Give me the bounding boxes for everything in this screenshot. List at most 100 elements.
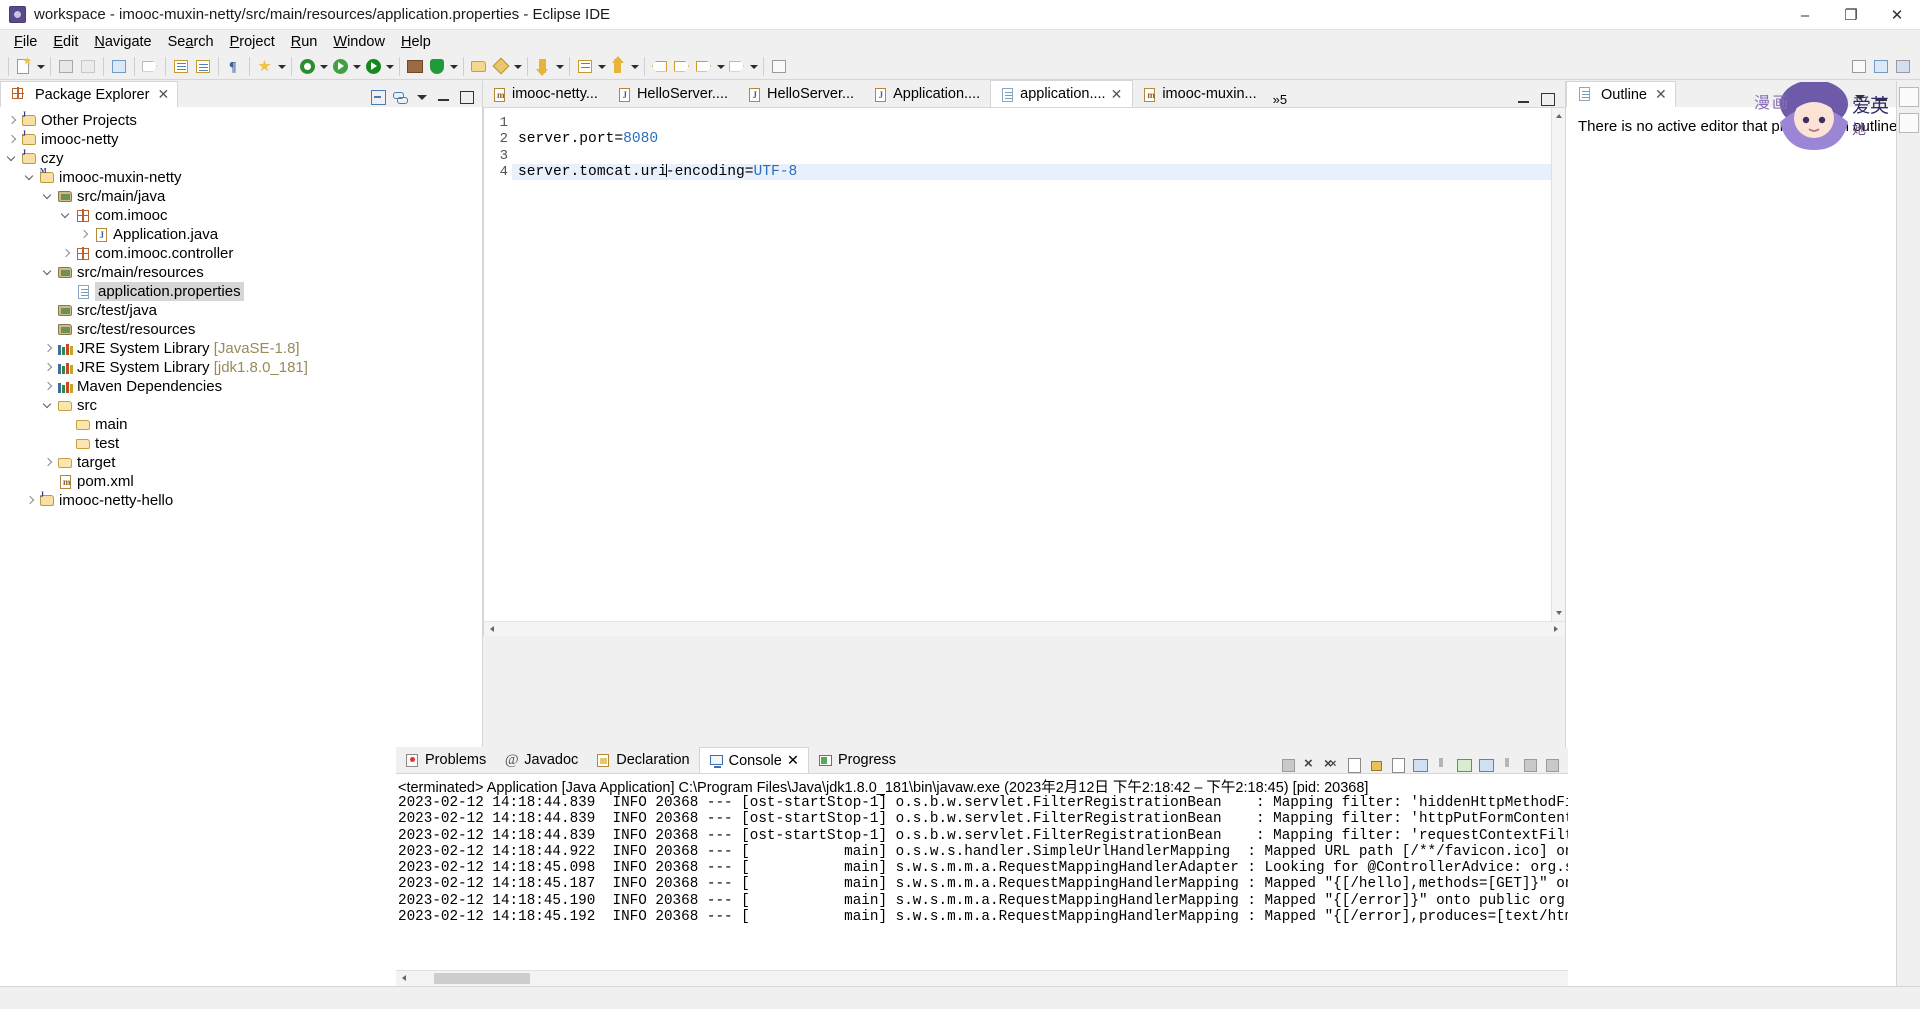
save-icon[interactable] xyxy=(56,56,76,77)
last-edit-icon[interactable] xyxy=(694,56,714,77)
link-with-editor-icon[interactable] xyxy=(392,89,408,105)
tree-item[interactable]: src/test/java xyxy=(0,301,482,320)
display-selected-console-icon[interactable] xyxy=(1455,756,1472,773)
maximize-icon[interactable] xyxy=(1539,91,1555,107)
tree-item[interactable]: JRE System Library [JavaSE-1.8] xyxy=(0,339,482,358)
minimize-icon[interactable] xyxy=(1521,756,1538,773)
text-editor[interactable]: 1234 server.port=8080 server.tomcat.uri-e… xyxy=(483,108,1565,621)
tab-package-explorer[interactable]: Package Explorer ✕ xyxy=(0,81,179,107)
tab-outline[interactable]: Outline ✕ xyxy=(1566,81,1676,107)
console-output[interactable]: 2023-02-12 14:18:44.839 INFO 20368 --- [… xyxy=(396,795,1568,970)
scrollbar-thumb[interactable] xyxy=(434,973,530,984)
close-icon[interactable]: ✕ xyxy=(787,753,799,769)
coverage-dropdown-icon[interactable] xyxy=(448,56,459,77)
minimize-icon[interactable] xyxy=(436,89,452,105)
next-annotation-dropdown-icon[interactable] xyxy=(596,56,607,77)
code-line[interactable]: server.tomcat.uri-encoding=UTF-8 xyxy=(512,163,1565,181)
close-icon[interactable]: ✕ xyxy=(1655,86,1667,103)
quick-access-icon[interactable] xyxy=(140,56,160,77)
editor-tab[interactable]: HelloServer... xyxy=(738,80,865,107)
menu-edit[interactable]: Edit xyxy=(45,32,86,52)
editor-tab[interactable]: Application.... xyxy=(864,80,991,107)
tree-item[interactable]: test xyxy=(0,434,482,453)
bottom-tab[interactable]: Console ✕ xyxy=(698,747,809,773)
scroll-down-icon[interactable] xyxy=(1552,606,1565,621)
editor-tab[interactable]: HelloServer.... xyxy=(607,80,739,107)
clear-console-icon[interactable] xyxy=(1345,756,1362,773)
maximize-icon[interactable] xyxy=(458,89,474,105)
console-menu-icon[interactable] xyxy=(1499,756,1516,773)
chevron-right-icon[interactable] xyxy=(40,358,56,377)
tree-item[interactable]: target xyxy=(0,453,482,472)
paragraph-icon[interactable]: ¶ xyxy=(224,56,244,77)
tree-item[interactable]: czy xyxy=(0,148,482,168)
remove-launch-icon[interactable] xyxy=(1301,755,1318,773)
tree-item[interactable]: Application.java xyxy=(0,225,482,244)
scroll-lock-icon[interactable] xyxy=(1367,756,1384,773)
new-icon[interactable] xyxy=(14,56,34,77)
word-wrap-icon[interactable] xyxy=(1389,756,1406,773)
open-task-icon[interactable] xyxy=(193,56,213,77)
show-console-icon[interactable] xyxy=(1411,756,1428,773)
editor-tab[interactable]: imooc-muxin... xyxy=(1133,80,1267,107)
chevron-right-icon[interactable] xyxy=(4,130,20,149)
chevron-down-icon[interactable] xyxy=(40,396,56,415)
tree-item[interactable]: application.properties xyxy=(0,282,482,301)
collapse-all-icon[interactable] xyxy=(370,89,386,105)
tree-item[interactable]: imooc-muxin-netty xyxy=(0,167,482,187)
run-last-dropdown-icon[interactable] xyxy=(384,56,395,77)
open-resource-icon[interactable] xyxy=(469,56,489,77)
minimize-icon[interactable] xyxy=(1516,91,1532,107)
external-tools-dropdown-icon[interactable] xyxy=(276,56,287,77)
run-last-icon[interactable] xyxy=(363,56,383,77)
view-menu-icon[interactable] xyxy=(1852,89,1868,105)
tree-item[interactable]: Other Projects xyxy=(0,110,482,130)
download-icon[interactable] xyxy=(533,56,553,77)
editor-vertical-scrollbar[interactable] xyxy=(1551,108,1565,621)
view-menu-icon[interactable] xyxy=(414,89,430,105)
run-dropdown-icon[interactable] xyxy=(351,56,362,77)
open-console-icon[interactable] xyxy=(1477,756,1494,773)
debug-dropdown-icon[interactable] xyxy=(318,56,329,77)
next-annotation-icon[interactable] xyxy=(575,56,595,77)
tree-item[interactable]: src xyxy=(0,396,482,415)
maximize-icon[interactable] xyxy=(1543,756,1560,773)
tree-item[interactable]: imooc-netty-hello xyxy=(0,490,482,510)
tree-item[interactable]: com.imooc.controller xyxy=(0,244,482,263)
chevron-right-icon[interactable] xyxy=(58,244,74,263)
edit-dropdown-icon[interactable] xyxy=(512,56,523,77)
console-horizontal-scrollbar[interactable] xyxy=(396,970,1568,986)
save-all-icon[interactable] xyxy=(78,56,98,77)
tree-item[interactable]: pom.xml xyxy=(0,472,482,491)
menu-file[interactable]: File xyxy=(6,32,45,52)
coverage-icon[interactable] xyxy=(427,56,447,77)
tree-item[interactable]: src/main/java xyxy=(0,187,482,206)
bottom-tab[interactable]: Progress xyxy=(808,747,905,773)
tree-item[interactable]: Maven Dependencies xyxy=(0,377,482,396)
tree-item[interactable]: src/main/resources xyxy=(0,263,482,282)
tree-item[interactable]: imooc-netty xyxy=(0,129,482,149)
open-perspective-icon[interactable] xyxy=(1849,56,1869,77)
terminate-icon[interactable] xyxy=(1279,756,1296,773)
maximize-button[interactable]: ❐ xyxy=(1828,0,1874,30)
print-icon[interactable] xyxy=(109,56,129,77)
chevron-right-icon[interactable] xyxy=(40,453,56,472)
tree-item[interactable]: JRE System Library [jdk1.8.0_181] xyxy=(0,358,482,377)
history-dropdown-icon[interactable] xyxy=(715,56,726,77)
menu-run[interactable]: Run xyxy=(283,32,326,52)
pin-console-icon[interactable] xyxy=(1433,756,1450,773)
scroll-left-icon[interactable] xyxy=(484,622,500,637)
chevron-down-icon[interactable] xyxy=(40,263,56,282)
tree-item[interactable]: main xyxy=(0,415,482,434)
forward-icon[interactable] xyxy=(672,56,692,77)
bottom-tab[interactable]: @ Javadoc xyxy=(495,747,588,773)
java-perspective-icon[interactable] xyxy=(1871,56,1891,77)
editor-tab-overflow[interactable]: »5 xyxy=(1267,92,1293,107)
menu-window[interactable]: Window xyxy=(325,32,393,52)
build-icon[interactable] xyxy=(171,56,191,77)
tree-item[interactable]: com.imooc xyxy=(0,206,482,225)
java-perspective-icon[interactable] xyxy=(1898,113,1919,133)
open-perspective-icon[interactable] xyxy=(1898,87,1919,107)
debug-icon[interactable] xyxy=(297,56,317,77)
scroll-right-icon[interactable] xyxy=(1549,622,1565,637)
